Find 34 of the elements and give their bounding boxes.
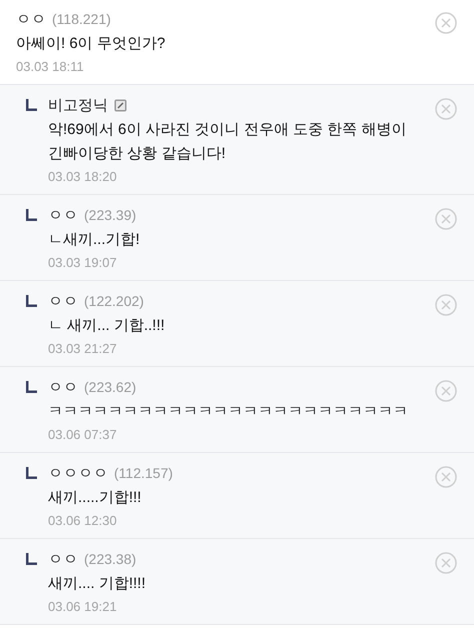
close-button[interactable]: [434, 11, 458, 35]
close-button[interactable]: [434, 293, 458, 317]
close-button[interactable]: [434, 207, 458, 231]
close-button[interactable]: [434, 97, 458, 121]
nickname[interactable]: 비고정닉: [48, 96, 108, 114]
comment-date: 03.06 07:37: [48, 427, 118, 443]
ip-address: (122.202): [84, 293, 144, 309]
ip-address: (118.221): [52, 11, 111, 27]
comment-text: ㄴ 새끼... 기합..!!!: [48, 316, 166, 336]
nickname[interactable]: ㅇㅇ: [48, 378, 78, 396]
comment-text: ㅋㅋㅋㅋㅋㅋㅋㅋㅋㅋㅋㅋㅋㅋㅋㅋㅋㅋㅋㅋㅋㅋㅋㅋ: [48, 402, 409, 422]
comment-text: 아쎄이! 6이 무엇인가?: [16, 34, 166, 54]
nickname[interactable]: ㅇㅇㅇㅇ: [48, 464, 108, 482]
comment-date: 03.03 18:20: [48, 169, 118, 185]
ip-address: (223.39): [84, 207, 136, 223]
comment-text: ㄴ새끼...기합!: [48, 230, 141, 250]
comment-text: 새끼.....기합!!!: [48, 488, 142, 508]
ip-address: (223.38): [84, 551, 136, 567]
comment-date: 03.06 19:21: [48, 599, 118, 615]
ip-address: (223.62): [84, 379, 136, 395]
nickname[interactable]: ㅇㅇ: [48, 550, 78, 568]
ip-address: (112.157): [114, 465, 173, 481]
comment-text: 새끼.... 기합!!!!: [48, 574, 147, 594]
comment-text: 악!69에서 6이 사라진 것이니 전우애 도중 한쪽 해병이 긴빠이당한 상황 같습니다!: [48, 120, 408, 164]
nickname[interactable]: ㅇㅇ: [48, 206, 78, 224]
close-button[interactable]: [434, 551, 458, 575]
close-button[interactable]: [434, 379, 458, 403]
close-button[interactable]: [434, 465, 458, 489]
nickname[interactable]: ㅇㅇ: [16, 10, 46, 28]
nickname[interactable]: ㅇㅇ: [48, 292, 78, 310]
comment-date: 03.03 19:07: [48, 255, 118, 271]
comment-date: 03.06 12:30: [48, 513, 118, 529]
comment-date: 03.03 21:27: [48, 341, 118, 357]
comment-date: 03.03 18:11: [16, 59, 85, 75]
